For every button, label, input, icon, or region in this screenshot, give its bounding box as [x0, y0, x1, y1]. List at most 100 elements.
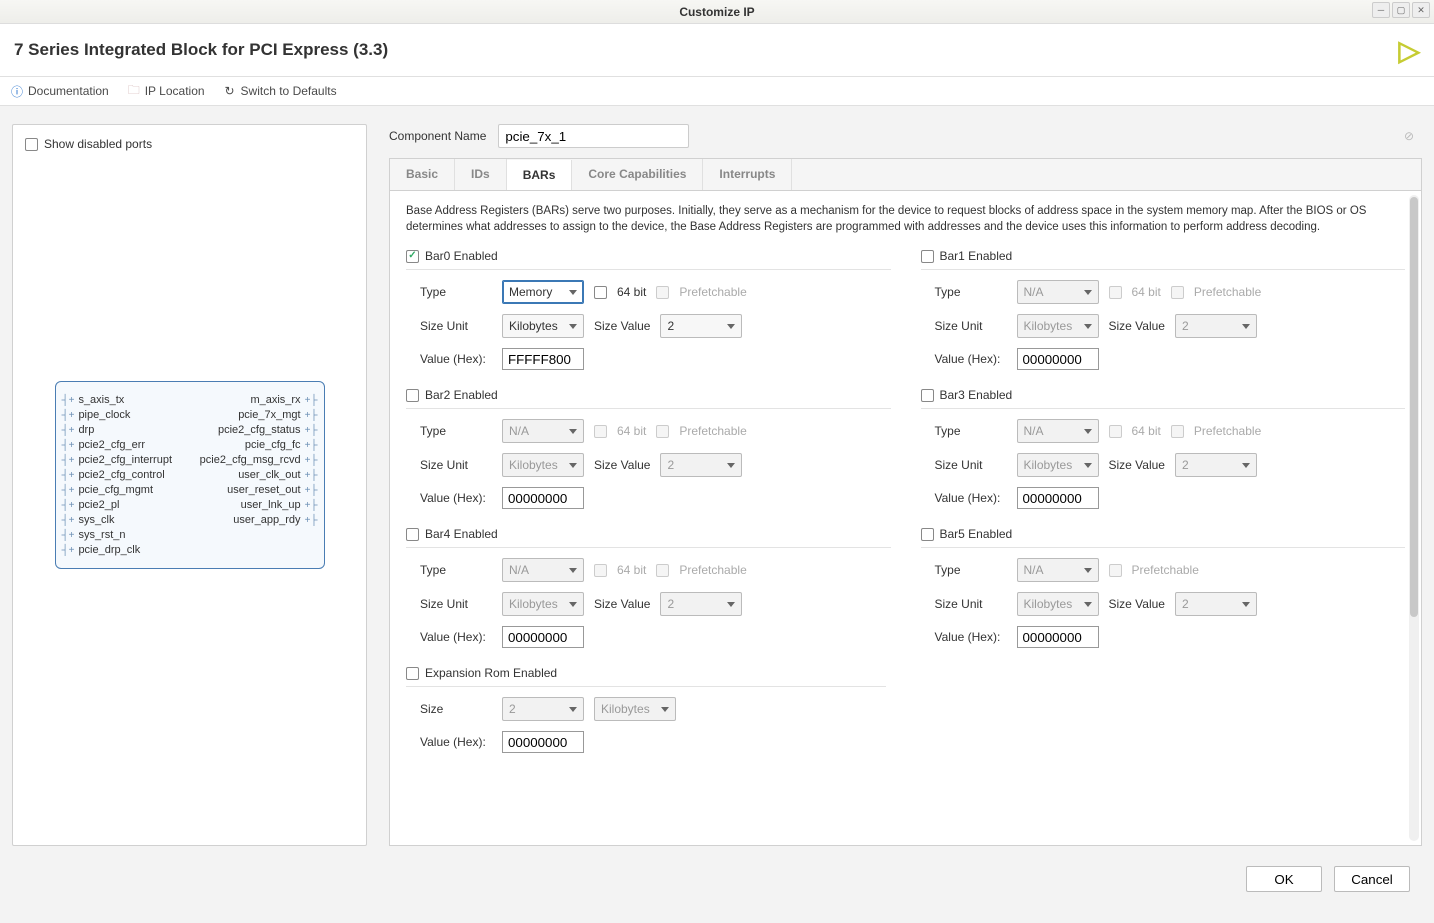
expansion-rom-label: Expansion Rom Enabled [425, 666, 557, 680]
bar1-unit-select[interactable]: Kilobytes [1017, 314, 1099, 338]
bar3-section: Bar3 EnabledTypeN/A64 bitPrefetchableSiz… [921, 388, 1406, 509]
bar1-type-select[interactable]: N/A [1017, 280, 1099, 304]
bar3-prefetch-label: Prefetchable [1194, 424, 1261, 438]
pin-icon: +├ [305, 440, 318, 451]
bar4-unit-select[interactable]: Kilobytes [502, 592, 584, 616]
tab-bars[interactable]: BARs [507, 160, 573, 191]
switch-defaults-label: Switch to Defaults [241, 84, 337, 98]
vendor-logo-icon: ▷ [1398, 34, 1420, 67]
bar3-enable-checkbox[interactable] [921, 389, 934, 402]
bar5-prefetch-checkbox [1109, 564, 1122, 577]
documentation-link[interactable]: ⓘ Documentation [10, 84, 109, 98]
bar4-enable-checkbox[interactable] [406, 528, 419, 541]
bar1-size-select[interactable]: 2 [1175, 314, 1257, 338]
bar0-64bit-checkbox[interactable] [594, 286, 607, 299]
bar5-section: Bar5 EnabledTypeN/APrefetchableSize Unit… [921, 527, 1406, 648]
bar2-64bit-checkbox [594, 425, 607, 438]
bar0-type-select[interactable]: Memory [502, 280, 584, 304]
bar3-hex-input[interactable] [1017, 487, 1099, 509]
port-pcie2_pl: ┤+pcie2_pl [62, 499, 173, 511]
bar5-hex-input[interactable] [1017, 626, 1099, 648]
cancel-button[interactable]: Cancel [1334, 866, 1410, 892]
value-hex-label: Value (Hex): [420, 352, 492, 366]
tab-ids[interactable]: IDs [455, 159, 507, 190]
exp-rom-unit-select[interactable]: Kilobytes [594, 697, 676, 721]
port-user_reset_out: user_reset_out+├ [200, 484, 318, 496]
pin-icon: +├ [305, 485, 318, 496]
header: 7 Series Integrated Block for PCI Expres… [0, 24, 1434, 76]
bar3-size-select[interactable]: 2 [1175, 453, 1257, 477]
bar2-enable-checkbox[interactable] [406, 389, 419, 402]
bar2-size-select[interactable]: 2 [660, 453, 742, 477]
bar0-hex-input[interactable] [502, 348, 584, 370]
port-user_lnk_up: user_lnk_up+├ [200, 499, 318, 511]
bar3-name: Bar3 Enabled [940, 388, 1013, 402]
value-hex-label: Value (Hex): [935, 630, 1007, 644]
ok-button[interactable]: OK [1246, 866, 1322, 892]
exp-rom-hex-input[interactable] [502, 731, 584, 753]
maximize-button[interactable]: ▢ [1392, 2, 1410, 18]
tab-basic[interactable]: Basic [390, 159, 455, 190]
port-pcie_drp_clk: ┤+pcie_drp_clk [62, 544, 173, 556]
port-pcie2_cfg_status: pcie2_cfg_status+├ [200, 424, 318, 436]
pin-icon: ┤+ [62, 515, 75, 526]
bar5-type-select[interactable]: N/A [1017, 558, 1099, 582]
switch-defaults-link[interactable]: ↻ Switch to Defaults [223, 84, 337, 98]
bar5-name: Bar5 Enabled [940, 527, 1013, 541]
bar0-name: Bar0 Enabled [425, 249, 498, 263]
ip-location-link[interactable]: 🗀 IP Location [127, 84, 205, 98]
bar1-section: Bar1 EnabledTypeN/A64 bitPrefetchableSiz… [921, 249, 1406, 370]
bar2-type-select[interactable]: N/A [502, 419, 584, 443]
tab-interrupts[interactable]: Interrupts [703, 159, 792, 190]
size-value-label: Size Value [594, 458, 650, 472]
exp-rom-hex-label: Value (Hex): [420, 735, 492, 749]
value-hex-label: Value (Hex): [420, 630, 492, 644]
bar1-enable-checkbox[interactable] [921, 250, 934, 263]
show-disabled-ports-checkbox[interactable] [25, 138, 38, 151]
size-unit-label: Size Unit [420, 597, 492, 611]
bar3-type-select[interactable]: N/A [1017, 419, 1099, 443]
bar2-hex-input[interactable] [502, 487, 584, 509]
window-titlebar: Customize IP ─ ▢ ✕ [0, 0, 1434, 24]
close-button[interactable]: ✕ [1412, 2, 1430, 18]
bar5-size-select[interactable]: 2 [1175, 592, 1257, 616]
size-value-label: Size Value [1109, 458, 1165, 472]
bar1-hex-input[interactable] [1017, 348, 1099, 370]
left-panel: Show disabled ports ┤+s_axis_tx┤+pipe_cl… [12, 124, 367, 846]
folder-icon: 🗀 [127, 84, 141, 98]
bars-description: Base Address Registers (BARs) serve two … [406, 203, 1405, 235]
port-sys_rst_n: ┤+sys_rst_n [62, 529, 173, 541]
bar0-enable-checkbox[interactable] [406, 250, 419, 263]
bar0-size-select[interactable]: 2 [660, 314, 742, 338]
value-hex-label: Value (Hex): [935, 352, 1007, 366]
port-user_clk_out: user_clk_out+├ [200, 469, 318, 481]
bar4-size-select[interactable]: 2 [660, 592, 742, 616]
bar2-section: Bar2 EnabledTypeN/A64 bitPrefetchableSiz… [406, 388, 891, 509]
show-disabled-ports-label: Show disabled ports [44, 137, 152, 151]
minimize-button[interactable]: ─ [1372, 2, 1390, 18]
expansion-rom-checkbox[interactable] [406, 667, 419, 680]
bar4-type-select[interactable]: N/A [502, 558, 584, 582]
scrollbar[interactable] [1409, 195, 1419, 841]
bar2-unit-select[interactable]: Kilobytes [502, 453, 584, 477]
component-name-input[interactable] [498, 124, 689, 148]
size-unit-label: Size Unit [420, 458, 492, 472]
bar1-64bit-checkbox [1109, 286, 1122, 299]
port-s_axis_tx: ┤+s_axis_tx [62, 394, 173, 406]
pin-icon: ┤+ [62, 545, 75, 556]
size-unit-label: Size Unit [935, 597, 1007, 611]
pin-icon: +├ [305, 395, 318, 406]
bar3-unit-select[interactable]: Kilobytes [1017, 453, 1099, 477]
tab-core-capabilities[interactable]: Core Capabilities [572, 159, 703, 190]
pin-icon: ┤+ [62, 395, 75, 406]
clear-icon[interactable]: ⊘ [1404, 129, 1414, 143]
bar5-enable-checkbox[interactable] [921, 528, 934, 541]
bar4-hex-input[interactable] [502, 626, 584, 648]
exp-rom-size-select[interactable]: 2 [502, 697, 584, 721]
bar5-unit-select[interactable]: Kilobytes [1017, 592, 1099, 616]
pin-icon: ┤+ [62, 425, 75, 436]
pin-icon: +├ [305, 410, 318, 421]
bar0-unit-select[interactable]: Kilobytes [502, 314, 584, 338]
bar0-prefetch-checkbox [656, 286, 669, 299]
type-label: Type [935, 424, 1007, 438]
